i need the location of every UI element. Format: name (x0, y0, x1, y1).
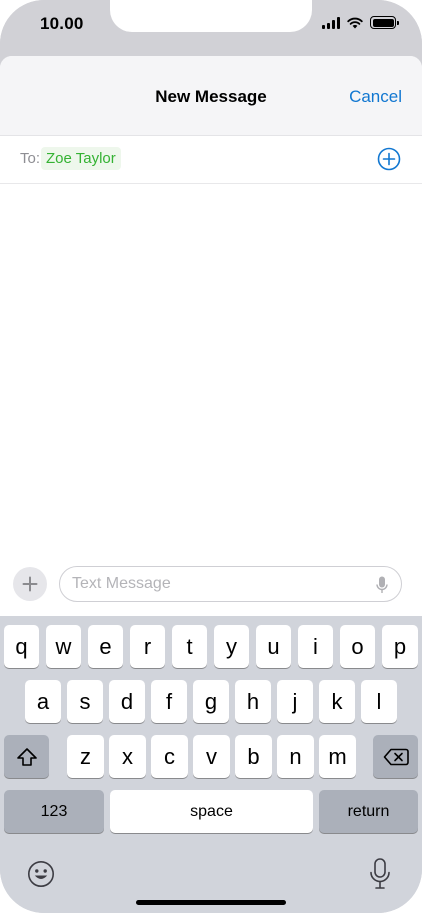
key-k[interactable]: k (319, 680, 355, 723)
key-i[interactable]: i (298, 625, 333, 668)
battery-icon (370, 16, 399, 29)
plus-circle-icon[interactable] (377, 147, 401, 171)
shift-key[interactable] (4, 735, 49, 778)
text-message-input[interactable] (72, 567, 362, 601)
key-f[interactable]: f (151, 680, 187, 723)
key-d[interactable]: d (109, 680, 145, 723)
key-p[interactable]: p (382, 625, 418, 668)
recipient-chip[interactable]: Zoe Taylor (41, 147, 121, 170)
status-time: 10.00 (40, 14, 84, 33)
key-h[interactable]: h (235, 680, 271, 723)
compose-bar (0, 560, 422, 616)
backspace-icon (383, 748, 409, 765)
home-indicator[interactable] (136, 900, 286, 905)
key-a[interactable]: a (25, 680, 61, 723)
key-z[interactable]: z (67, 735, 104, 778)
plus-icon (22, 576, 38, 592)
key-b[interactable]: b (235, 735, 272, 778)
wifi-icon (347, 17, 363, 28)
shift-icon (16, 747, 37, 766)
apps-button[interactable] (13, 567, 47, 601)
key-c[interactable]: c (151, 735, 188, 778)
phone-screen: 10.00 New Message Cancel To: Zoe Taylor (0, 0, 422, 913)
dictation-icon[interactable] (369, 858, 391, 890)
status-icons (322, 16, 399, 29)
recipient-row[interactable]: To: Zoe Taylor (0, 136, 422, 184)
notch (110, 0, 312, 32)
space-key[interactable]: space (110, 790, 313, 833)
sheet-header: New Message Cancel (0, 56, 422, 136)
key-v[interactable]: v (193, 735, 230, 778)
numbers-key[interactable]: 123 (4, 790, 104, 833)
microphone-icon[interactable] (376, 576, 388, 594)
emoji-icon[interactable] (27, 860, 55, 888)
key-s[interactable]: s (67, 680, 103, 723)
key-o[interactable]: o (340, 625, 375, 668)
delete-key[interactable] (373, 735, 418, 778)
keyboard: q w e r t y u i o p a s d f g h j k l z … (0, 616, 422, 913)
to-label: To: (20, 150, 41, 167)
cellular-signal-icon (322, 16, 340, 29)
key-e[interactable]: e (88, 625, 123, 668)
key-u[interactable]: u (256, 625, 291, 668)
key-q[interactable]: q (4, 625, 39, 668)
key-j[interactable]: j (277, 680, 313, 723)
return-key[interactable]: return (319, 790, 418, 833)
key-x[interactable]: x (109, 735, 146, 778)
battery-fill (372, 18, 394, 27)
key-g[interactable]: g (193, 680, 229, 723)
key-w[interactable]: w (46, 625, 81, 668)
key-t[interactable]: t (172, 625, 207, 668)
key-l[interactable]: l (361, 680, 397, 723)
message-field[interactable] (59, 566, 402, 602)
key-r[interactable]: r (130, 625, 165, 668)
status-bar: 10.00 (0, 0, 422, 56)
cancel-button[interactable]: Cancel (349, 87, 402, 107)
key-m[interactable]: m (319, 735, 356, 778)
new-message-sheet: New Message Cancel To: Zoe Taylor (0, 56, 422, 616)
key-n[interactable]: n (277, 735, 314, 778)
key-y[interactable]: y (214, 625, 249, 668)
